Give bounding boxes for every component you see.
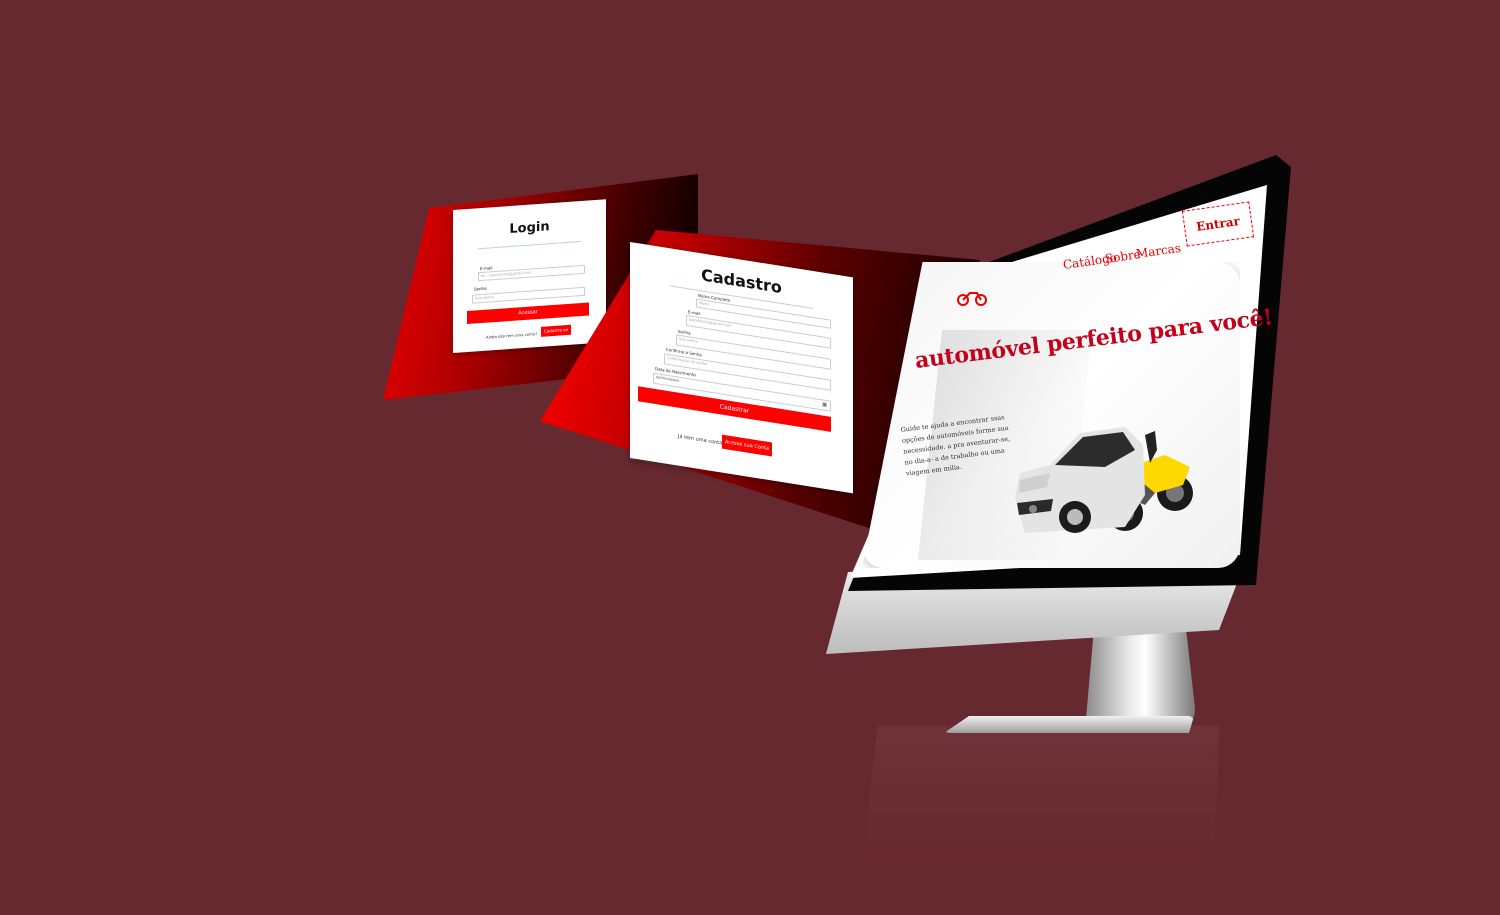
login-password-label: Senha — [474, 285, 487, 292]
register-birth-placeholder: dd/mm/aaaa — [656, 375, 679, 383]
calendar-icon[interactable]: ▦ — [822, 401, 827, 408]
monitor-reflection — [860, 725, 1220, 875]
login-divider — [478, 241, 581, 250]
login-no-account-text: Ainda não tem uma conta? — [486, 331, 538, 340]
monitor-stand-base — [944, 716, 1194, 733]
login-title: Login — [509, 219, 550, 238]
login-email-label: E-mail — [480, 265, 493, 272]
register-card: Cadastro Nome Completo Nome E-mail joaod… — [630, 242, 853, 494]
login-password-input[interactable]: Sua senha — [472, 286, 585, 304]
login-submit-button[interactable]: Acessar — [467, 302, 589, 325]
car-and-motorcycle-image — [1015, 427, 1193, 533]
register-have-account-text: Já tem uma conta? — [678, 433, 725, 448]
login-card: Login E-mail ex.: joaodasilva@gmail.com … — [453, 199, 606, 353]
motorcycle-logo-icon[interactable] — [955, 287, 989, 307]
login-email-input[interactable]: ex.: joaodasilva@gmail.com — [478, 264, 585, 282]
login-register-button[interactable]: Cadastre-se — [541, 324, 571, 337]
register-login-button[interactable]: Acesse sua Conta — [722, 434, 772, 457]
car-icon — [1015, 427, 1145, 533]
monitor-stand — [1085, 630, 1195, 730]
